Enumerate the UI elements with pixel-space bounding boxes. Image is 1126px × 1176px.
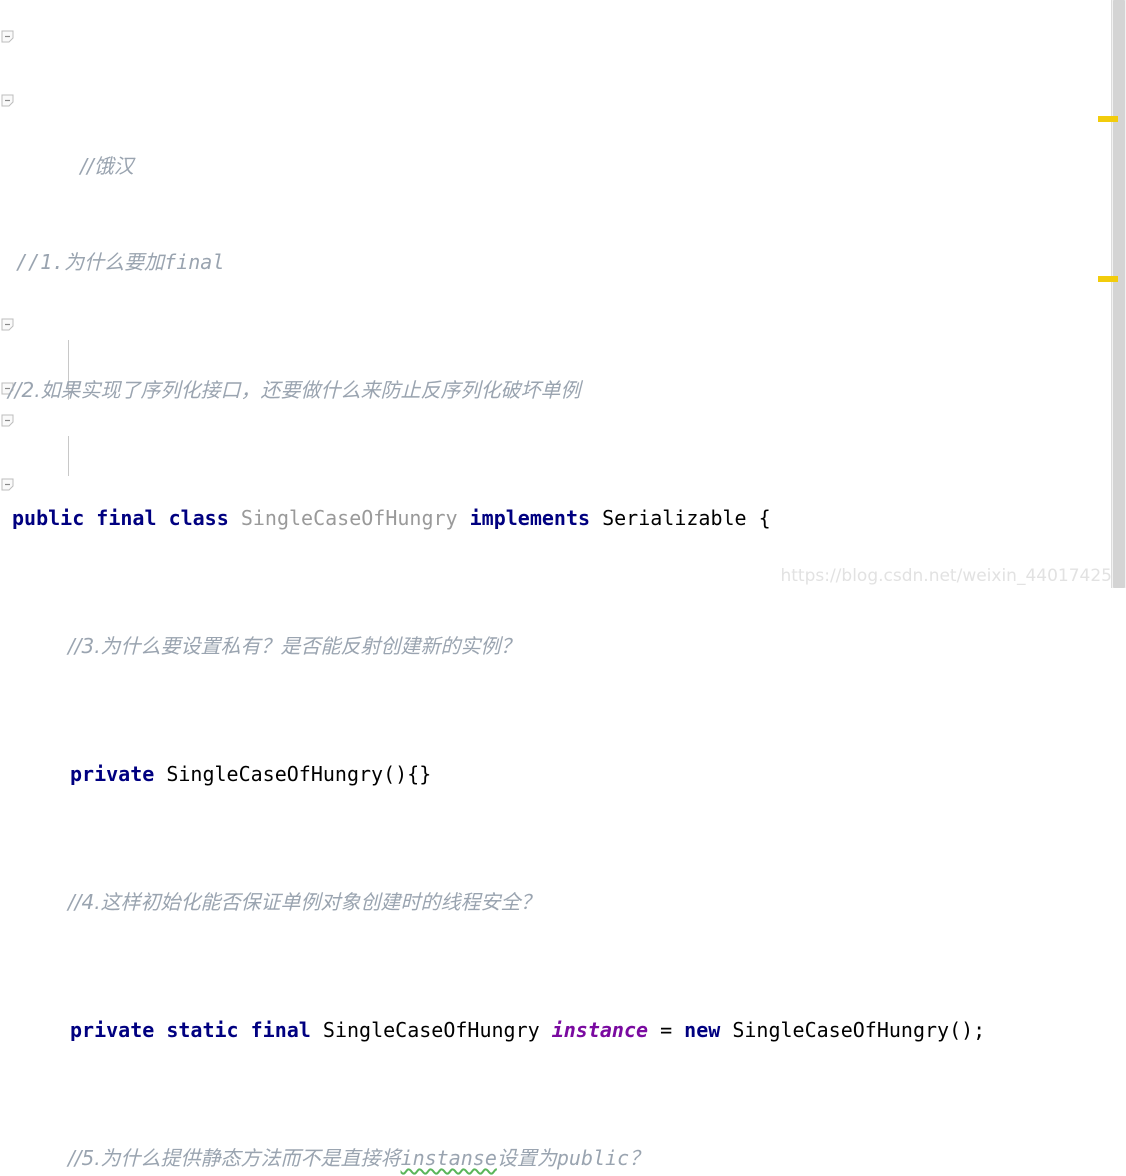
comment-token: final <box>164 250 225 274</box>
type-name: SingleCaseOfHungry <box>322 1018 540 1042</box>
code-line[interactable]: //4.这样初始化能否保证单例对象创建时的线程安全？ <box>0 886 1126 918</box>
comment-token: 设置为 <box>496 1146 557 1170</box>
code-line[interactable]: //5.为什么提供静态方法而不是直接将instanse设置为public？ <box>0 1142 1126 1174</box>
comment-token: //5.为什么提供静态方法而不是直接将 <box>68 1146 401 1170</box>
comment-token: ？ <box>629 1146 650 1170</box>
comment-token: 为什么要加 <box>64 250 165 274</box>
field-instance: instance <box>551 1018 649 1042</box>
scrollbar-track[interactable] <box>1111 0 1126 588</box>
code-line[interactable]: private static final SingleCaseOfHungry … <box>0 1014 1126 1046</box>
comment-token: //饿汉 <box>80 154 134 178</box>
keyword-private: private <box>70 1018 155 1042</box>
code-area[interactable]: //饿汉 //1.为什么要加final //2.如果实现了序列化接口，还要做什么… <box>0 22 1126 1176</box>
code-line[interactable]: //1.为什么要加final <box>0 246 1126 278</box>
keyword-new: new <box>684 1018 721 1042</box>
keyword-final: final <box>250 1018 311 1042</box>
code-line[interactable]: public final class SingleCaseOfHungry im… <box>0 502 1126 534</box>
code-line[interactable]: private SingleCaseOfHungry(){} <box>0 758 1126 790</box>
code-marker[interactable] <box>1098 116 1118 122</box>
keyword-class: class <box>168 506 229 530</box>
comment-token: //2.如果实现了序列化接口，还要做什么来防止反序列化破坏单例 <box>8 378 581 402</box>
keyword-final: final <box>96 506 157 530</box>
brace-open: { <box>758 506 771 530</box>
keyword-static: static <box>166 1018 239 1042</box>
keyword-public: public <box>12 506 85 530</box>
scrollbar-thumb[interactable] <box>1113 0 1125 588</box>
keyword-private: private <box>70 762 155 786</box>
comment-token: //4.这样初始化能否保证单例对象创建时的线程安全？ <box>68 890 541 914</box>
code-marker[interactable] <box>1098 276 1118 282</box>
comment-typo-token: instanse <box>400 1146 497 1170</box>
comment-token: //3.为什么要设置私有？是否能反射创建新的实例？ <box>68 634 521 658</box>
code-line[interactable]: //3.为什么要设置私有？是否能反射创建新的实例？ <box>0 630 1126 662</box>
comment-token: public <box>556 1146 630 1170</box>
class-name: SingleCaseOfHungry <box>240 506 458 530</box>
code-line[interactable]: //饿汉 <box>0 118 1126 178</box>
assign-operator: = <box>660 1018 673 1042</box>
comment-token: //1. <box>16 250 65 274</box>
constructor-name: SingleCaseOfHungry(){} <box>166 762 432 786</box>
constructor-call: SingleCaseOfHungry(); <box>732 1018 986 1042</box>
watermark: https://blog.csdn.net/weixin_44017425 <box>780 566 1112 586</box>
code-editor[interactable]: //饿汉 //1.为什么要加final //2.如果实现了序列化接口，还要做什么… <box>0 0 1126 1170</box>
code-line[interactable]: //2.如果实现了序列化接口，还要做什么来防止反序列化破坏单例 <box>0 374 1126 406</box>
type-serializable: Serializable <box>602 506 747 530</box>
keyword-implements: implements <box>469 506 591 530</box>
